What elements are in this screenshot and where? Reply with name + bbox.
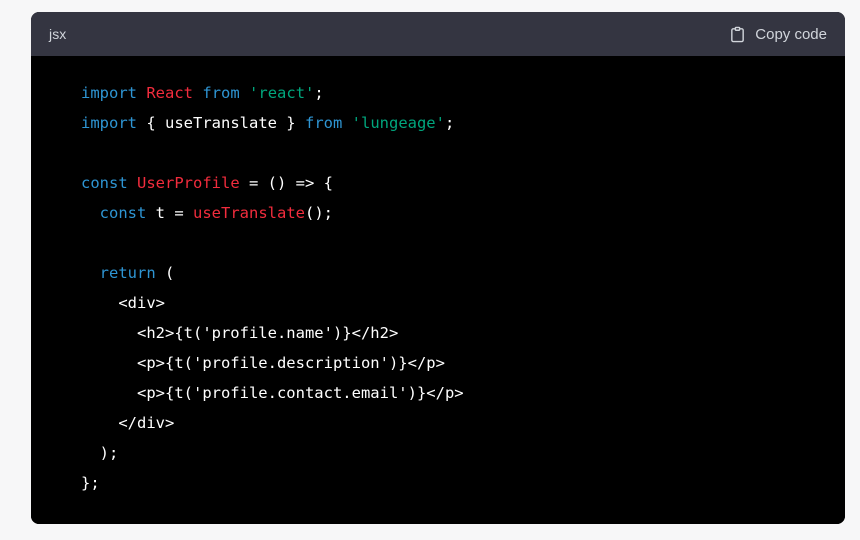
clipboard-icon <box>729 26 746 43</box>
code-token: ; <box>444 114 455 132</box>
code-block: jsx Copy code import React from 'react';… <box>31 12 845 524</box>
code-token: 'react' <box>249 84 315 102</box>
code-token: <p>{t('profile.contact.email')}</p> <box>81 384 464 402</box>
code-token: }; <box>81 474 100 492</box>
code-token: (); <box>305 204 333 222</box>
code-token: useTranslate <box>193 204 305 222</box>
code-line: import { useTranslate } from 'lungeage'; <box>51 108 825 138</box>
copy-code-button[interactable]: Copy code <box>727 22 829 47</box>
code-line: </div> <box>51 408 825 438</box>
page-root: jsx Copy code import React from 'react';… <box>0 0 860 540</box>
code-line: const UserProfile = () => { <box>51 168 825 198</box>
code-token: React <box>146 84 194 102</box>
code-token: from <box>202 84 240 102</box>
code-token: from <box>304 114 343 132</box>
code-token: const <box>81 174 128 192</box>
code-block-body: import React from 'react'; import { useT… <box>31 56 845 524</box>
code-token: UserProfile <box>137 174 240 192</box>
code-token: t = <box>146 204 194 222</box>
code-token: ; <box>314 84 324 102</box>
code-token: </div> <box>81 414 175 432</box>
copy-code-label: Copy code <box>755 25 827 43</box>
code-content[interactable]: import React from 'react'; import { useT… <box>31 78 845 498</box>
code-token: { useTranslate } <box>137 114 305 132</box>
code-language-label: jsx <box>49 26 67 42</box>
code-token: 'lungeage' <box>351 114 445 132</box>
code-token: const <box>99 204 147 222</box>
code-line: <div> <box>51 288 825 318</box>
code-token: <div> <box>81 294 165 312</box>
code-token: import <box>81 84 137 102</box>
code-token: = () => { <box>239 174 333 192</box>
code-token: <p>{t('profile.description')}</p> <box>81 354 445 372</box>
code-line: <p>{t('profile.contact.email')}</p> <box>51 378 825 408</box>
code-token: <h2>{t('profile.name')}</h2> <box>81 324 399 342</box>
code-token: ( <box>155 264 175 282</box>
code-line: ); <box>51 438 825 468</box>
code-line: return ( <box>51 258 825 288</box>
code-token: ); <box>81 444 119 462</box>
code-line: }; <box>51 468 825 498</box>
code-block-header: jsx Copy code <box>31 12 845 56</box>
code-line: <p>{t('profile.description')}</p> <box>51 348 825 378</box>
code-token: return <box>99 264 156 282</box>
code-line: const t = useTranslate(); <box>51 198 825 228</box>
code-line: <h2>{t('profile.name')}</h2> <box>51 318 825 348</box>
code-token: import <box>81 114 137 132</box>
code-line: import React from 'react'; <box>51 78 825 108</box>
